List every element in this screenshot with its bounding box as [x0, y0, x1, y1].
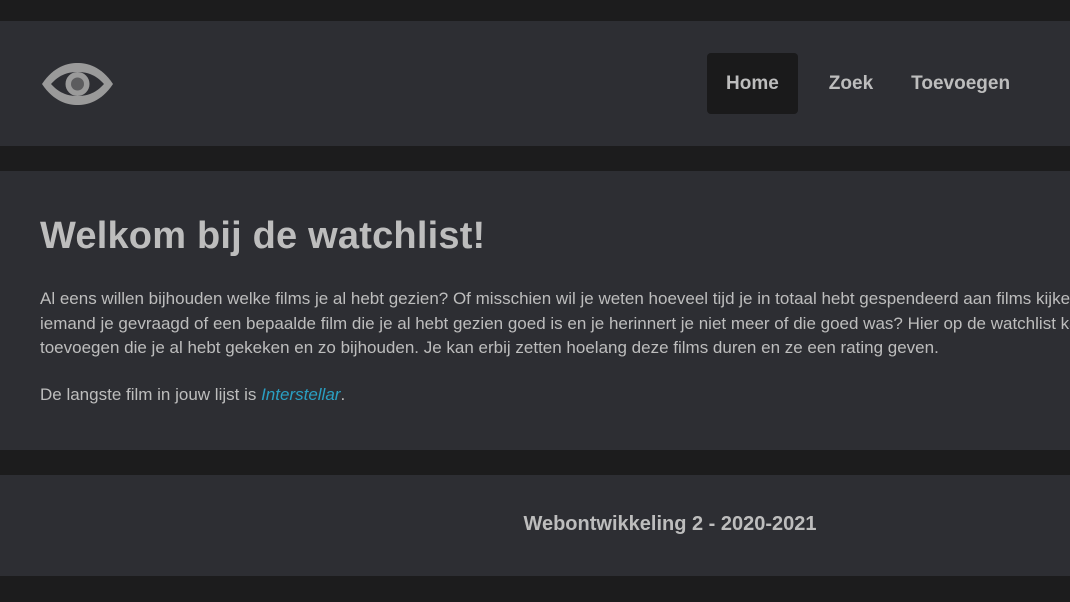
intro-text: Al eens willen bijhouden welke films je …: [40, 287, 1070, 361]
main-nav: Home Zoek Toevoegen: [707, 53, 1029, 114]
nav-toevoegen[interactable]: Toevoegen: [892, 53, 1029, 114]
page-title: Welkom bij de watchlist!: [40, 215, 486, 257]
longest-film-link[interactable]: Interstellar: [261, 385, 340, 404]
site-header: Home Zoek Toevoegen: [0, 21, 1070, 146]
nav-home[interactable]: Home: [707, 53, 798, 114]
longest-film-text: De langste film in jouw lijst is Interst…: [40, 383, 345, 407]
longest-prefix: De langste film in jouw lijst is: [40, 385, 262, 404]
nav-zoek[interactable]: Zoek: [810, 53, 892, 114]
longest-suffix: .: [340, 385, 346, 404]
main-content: Welkom bij de watchlist! Al eens willen …: [0, 171, 1070, 450]
eye-icon[interactable]: [41, 63, 114, 105]
intro-line: Al eens willen bijhouden welke films je …: [40, 289, 1070, 308]
site-footer: Webontwikkeling 2 - 2020-2021: [0, 475, 1070, 576]
intro-line: toevoegen die je al hebt gekeken en zo b…: [40, 338, 939, 357]
footer-text: Webontwikkeling 2 - 2020-2021: [523, 513, 817, 535]
intro-line: iemand je gevraagd of een bepaalde film …: [40, 313, 1070, 333]
eye-icon-graphic: [42, 63, 113, 105]
